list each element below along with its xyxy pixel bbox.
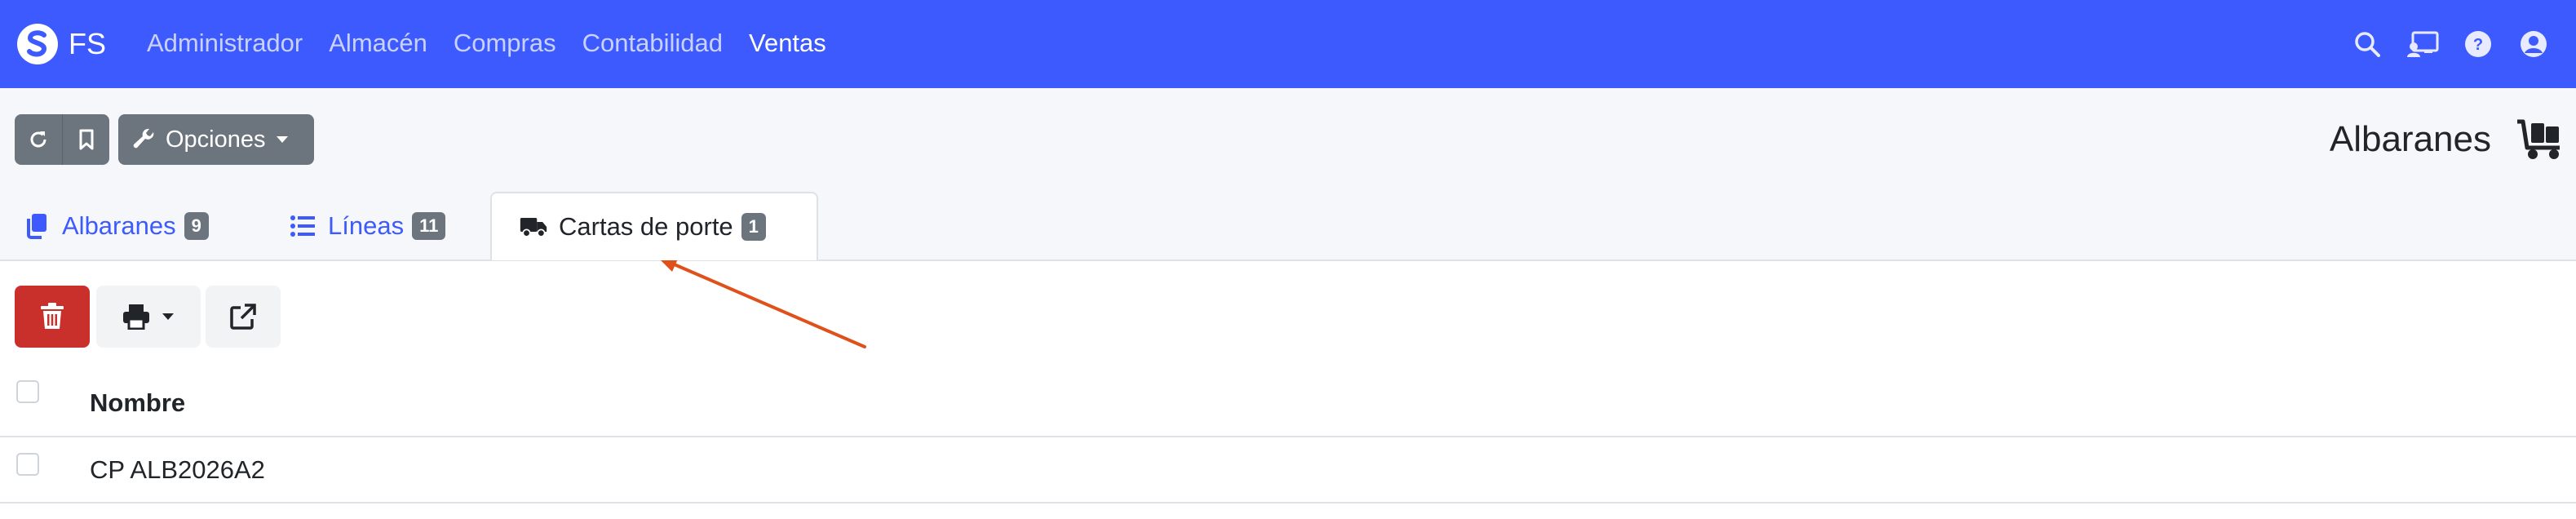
tab-cartas-label: Cartas de porte bbox=[559, 212, 733, 241]
nav-item-administrador[interactable]: Administrador bbox=[147, 29, 303, 58]
tab-albaranes[interactable]: Albaranes 9 bbox=[23, 193, 209, 260]
search-icon[interactable] bbox=[2351, 28, 2383, 60]
external-link-button[interactable] bbox=[206, 286, 281, 348]
options-label: Opciones bbox=[166, 126, 266, 153]
tab-albaranes-label: Albaranes bbox=[62, 211, 176, 240]
print-dropdown-button[interactable] bbox=[96, 286, 201, 348]
truck-icon bbox=[520, 213, 547, 241]
annotation-arrow bbox=[658, 257, 866, 348]
tab-cartas-de-porte[interactable]: Cartas de porte 1 bbox=[490, 192, 818, 260]
toolbar-button-group bbox=[15, 114, 109, 165]
table-header-divider bbox=[0, 436, 2576, 437]
nav-item-ventas[interactable]: Ventas bbox=[749, 29, 826, 58]
brand[interactable]: FS bbox=[16, 18, 106, 70]
fs-logo-icon bbox=[17, 24, 58, 64]
table-row[interactable]: CP ALB2026A2 bbox=[90, 455, 265, 485]
page-title: Albaranes bbox=[2329, 119, 2491, 159]
tab-lineas-label: Líneas bbox=[328, 211, 405, 240]
top-navbar: FS Administrador Almacén Compras Contabi… bbox=[0, 0, 2576, 88]
tab-cartas-badge: 1 bbox=[741, 213, 766, 241]
row-checkbox[interactable] bbox=[16, 453, 39, 476]
caret-down-icon bbox=[276, 136, 288, 143]
nav-item-contabilidad[interactable]: Contabilidad bbox=[582, 29, 723, 58]
select-all-checkbox[interactable] bbox=[16, 380, 39, 403]
print-icon bbox=[123, 304, 149, 330]
brand-name: FS bbox=[69, 27, 107, 60]
user-circle-icon[interactable] bbox=[2517, 28, 2550, 60]
delete-button[interactable] bbox=[15, 286, 90, 348]
list-icon bbox=[289, 212, 316, 240]
nav-item-almacen[interactable]: Almacén bbox=[329, 29, 427, 58]
nav-item-compras[interactable]: Compras bbox=[454, 29, 556, 58]
dolly-icon bbox=[2514, 114, 2565, 165]
trash-icon bbox=[41, 303, 64, 329]
tab-albaranes-badge: 9 bbox=[184, 212, 209, 240]
column-header-nombre[interactable]: Nombre bbox=[90, 388, 185, 418]
user-screen-icon[interactable] bbox=[2406, 28, 2439, 60]
reload-button[interactable] bbox=[15, 114, 62, 165]
tab-lineas-badge: 11 bbox=[412, 212, 446, 240]
caret-down-icon bbox=[162, 313, 174, 320]
reload-icon bbox=[30, 131, 46, 148]
tab-lineas[interactable]: Líneas 11 bbox=[289, 193, 446, 260]
external-link-icon bbox=[230, 304, 256, 330]
copy-icon bbox=[23, 212, 51, 240]
bookmark-icon bbox=[79, 129, 93, 150]
options-dropdown-button[interactable]: Opciones bbox=[118, 114, 314, 165]
svg-text:?: ? bbox=[2473, 36, 2483, 54]
table-row-divider bbox=[0, 502, 2576, 503]
bookmark-button[interactable] bbox=[62, 114, 109, 165]
navbar-right: ? bbox=[2328, 21, 2550, 67]
help-icon[interactable]: ? bbox=[2462, 28, 2494, 60]
main-menu: Administrador Almacén Compras Contabilid… bbox=[147, 23, 852, 64]
wrench-icon bbox=[133, 128, 154, 149]
